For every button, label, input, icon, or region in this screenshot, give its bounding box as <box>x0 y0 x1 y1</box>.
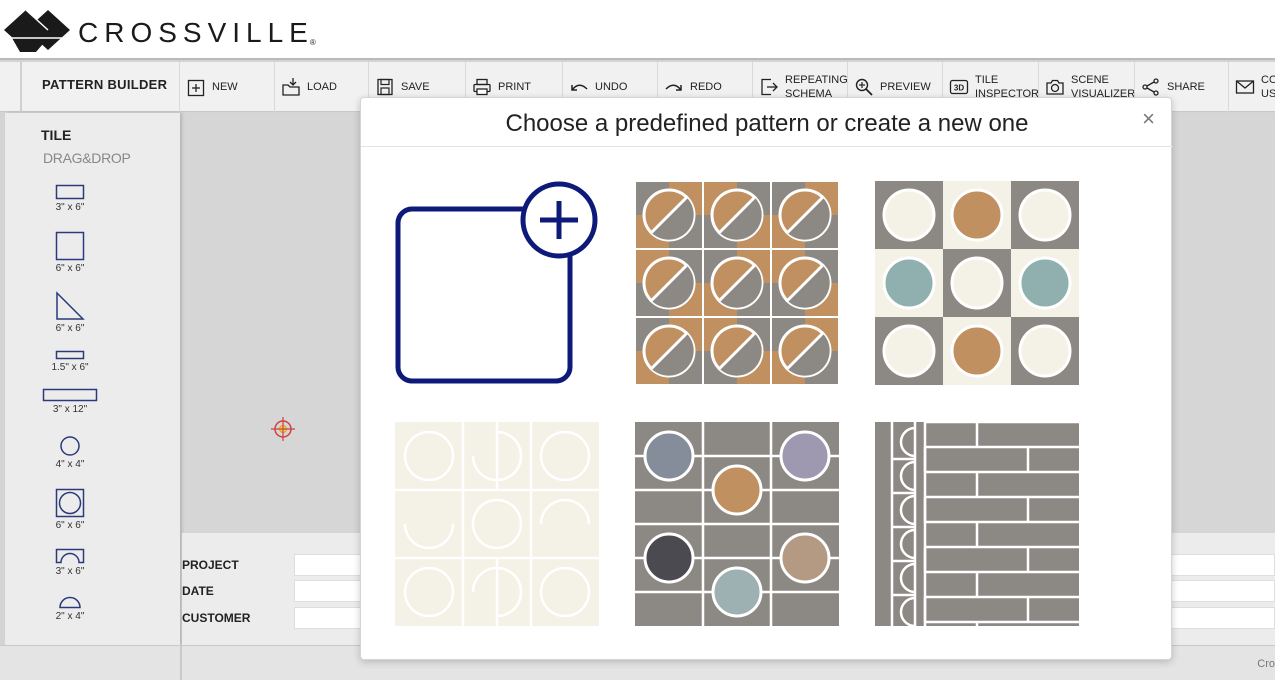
footer-text: Cro <box>1257 658 1275 670</box>
tile-panel: TILE DRAG&DROP 3" x 6" 6" x 6" 6" x 6" 1… <box>5 113 180 645</box>
tile-label: 3" x 6" <box>55 566 85 577</box>
thin-rectangle-tile-icon <box>55 350 85 360</box>
crossville-logo-mark-icon <box>4 9 70 52</box>
crossville-logo[interactable]: CROSSVILLE ® <box>2 8 316 56</box>
redo-icon <box>665 84 682 91</box>
pattern-circles-cream-grey-terracotta-teal[interactable] <box>875 181 1079 385</box>
tile-label: 6" x 6" <box>55 263 85 274</box>
tile-6x6-triangle[interactable]: 6" x 6" <box>35 291 105 334</box>
redo-label: REDO <box>690 81 722 93</box>
create-new-pattern[interactable] <box>395 181 599 385</box>
date-label: DATE <box>182 584 214 598</box>
tile-6x6-circle-square[interactable]: 6" x 6" <box>35 488 105 531</box>
circle-tile-icon <box>60 436 80 456</box>
tile-panel-subtitle: DRAG&DROP <box>43 150 131 166</box>
brand-name: CROSSVILLE <box>78 17 314 48</box>
preview-icon <box>855 78 873 96</box>
half-circle-tile-icon <box>59 596 81 609</box>
load-label: LOAD <box>307 81 337 93</box>
load-button[interactable]: LOAD <box>274 62 368 112</box>
mail-icon <box>1235 80 1255 94</box>
new-button[interactable]: NEW <box>179 62 274 112</box>
pattern-grey-brick-with-arches[interactable] <box>875 422 1079 626</box>
toolbar-edge <box>20 62 22 112</box>
contact-us-label: COUS <box>1261 74 1275 100</box>
save-label: SAVE <box>401 81 430 93</box>
tile-label: 3" x 6" <box>55 202 85 213</box>
share-icon <box>1142 78 1159 96</box>
grey-colored-circle-pattern-preview <box>635 422 839 626</box>
toolbar-title: PATTERN BUILDER <box>42 77 168 92</box>
pattern-circle-slash-terracotta-grey[interactable] <box>635 181 839 385</box>
tile-2x4-half-circle[interactable]: 2" x 4" <box>35 595 105 622</box>
save-icon <box>377 78 393 96</box>
tile-panel-title: TILE <box>41 127 72 143</box>
repeating-schema-icon <box>761 78 778 96</box>
tile-1-5x6-rectangle[interactable]: 1.5" x 6" <box>35 350 105 373</box>
modal-title: Choose a predefined pattern or create a … <box>505 110 1029 137</box>
tile-3x12-rectangle[interactable]: 3" x 12" <box>35 388 105 415</box>
preview-label: PREVIEW <box>880 81 931 93</box>
undo-icon <box>571 84 588 91</box>
circle-pattern-preview <box>875 181 1079 385</box>
square-tile-icon <box>55 231 85 261</box>
triangle-tile-icon <box>56 291 85 320</box>
pattern-grey-tiles-colored-circles[interactable] <box>635 422 839 626</box>
header: CROSSVILLE ® <box>0 0 1275 60</box>
share-label: SHARE <box>1167 81 1205 93</box>
tile-4x4-circle[interactable]: 4" x 4" <box>35 435 105 470</box>
svg-text:3D: 3D <box>954 84 964 93</box>
tile-label: 6" x 6" <box>55 520 85 531</box>
long-rectangle-tile-icon <box>42 388 98 402</box>
square-circle-tile-icon <box>55 488 85 518</box>
pattern-cream-circles-and-arches[interactable] <box>395 422 599 626</box>
project-label: PROJECT <box>182 558 239 572</box>
new-label: NEW <box>212 81 238 93</box>
print-icon <box>473 78 491 96</box>
customer-label: CUSTOMER <box>182 611 251 625</box>
tile-label: 3" x 12" <box>52 404 88 415</box>
slashed-circle-pattern-preview <box>635 181 839 385</box>
new-icon <box>187 79 205 97</box>
tile-label: 4" x 4" <box>55 459 85 470</box>
cream-arch-pattern-preview <box>395 422 599 626</box>
tile-label: 6" x 6" <box>55 323 85 334</box>
crosshair-icon[interactable] <box>270 416 296 442</box>
close-icon[interactable]: × <box>1142 108 1155 130</box>
registered-mark: ® <box>309 37 316 47</box>
undo-label: UNDO <box>595 81 628 93</box>
camera-icon <box>1046 79 1064 95</box>
pattern-chooser-modal: Choose a predefined pattern or create a … <box>360 97 1173 660</box>
tile-label: 1.5" x 6" <box>51 362 89 373</box>
tile-inspector-3d-icon: 3D <box>949 79 969 95</box>
rectangle-tile-icon <box>55 184 85 200</box>
plus-icon <box>395 181 598 384</box>
bottom-divider <box>180 646 182 680</box>
print-label: PRINT <box>498 81 531 93</box>
brick-arch-pattern-preview <box>875 422 1079 626</box>
arch-tile-icon <box>55 548 85 564</box>
tile-6x6-square[interactable]: 6" x 6" <box>35 231 105 274</box>
tile-label: 2" x 4" <box>55 611 85 622</box>
modal-separator <box>361 146 1173 147</box>
tile-3x6-arch[interactable]: 3" x 6" <box>35 548 105 577</box>
contact-us-button[interactable]: COUS <box>1228 62 1275 112</box>
tile-3x6-rectangle[interactable]: 3" x 6" <box>35 184 105 213</box>
load-icon <box>282 78 300 96</box>
